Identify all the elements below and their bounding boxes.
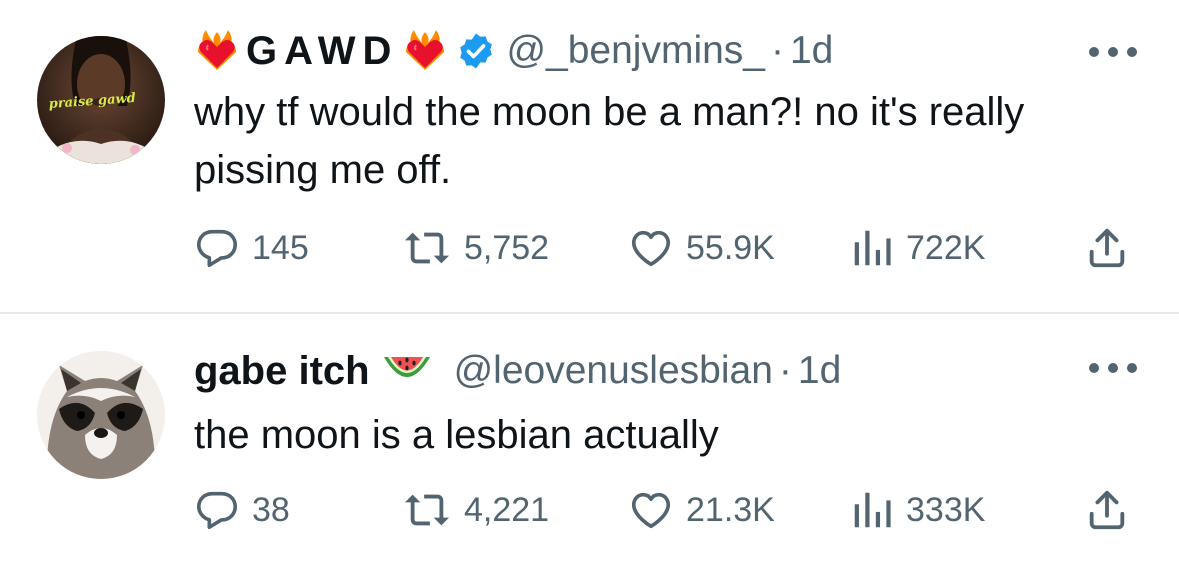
- share-icon: [1084, 487, 1130, 533]
- share-icon: [1084, 225, 1130, 271]
- tweet-header: gabe itch @leovenuslesbian · 1d: [194, 344, 841, 398]
- display-name[interactable]: gabe itch: [194, 349, 370, 394]
- retweet-count: 4,221: [464, 490, 550, 529]
- reply-icon: [194, 225, 240, 271]
- timestamp[interactable]: 1d: [798, 349, 841, 393]
- reply-count: 145: [252, 228, 309, 267]
- like-button[interactable]: 21.3K: [628, 485, 775, 535]
- retweet-count: 5,752: [464, 228, 550, 267]
- verified-badge-icon[interactable]: [456, 31, 496, 71]
- retweet-button[interactable]: 4,221: [402, 485, 549, 535]
- like-icon: [628, 225, 674, 271]
- views-button[interactable]: 333K: [850, 485, 985, 535]
- reply-icon: [194, 487, 240, 533]
- separator-dot: ·: [770, 29, 784, 72]
- reply-button[interactable]: 145: [194, 223, 309, 273]
- heart-on-fire-icon: [402, 28, 448, 74]
- more-icon[interactable]: [1084, 42, 1142, 62]
- handle[interactable]: @leovenuslesbian: [454, 349, 773, 393]
- handle[interactable]: @_benjvmins_: [506, 29, 765, 73]
- tweet[interactable]: praise gawd GAWD @_benjvmins_ · 1d why t…: [0, 0, 1179, 313]
- like-count: 21.3K: [686, 490, 775, 529]
- like-icon: [628, 487, 674, 533]
- more-icon[interactable]: [1084, 358, 1142, 378]
- heart-on-fire-icon: [194, 28, 240, 74]
- timestamp[interactable]: 1d: [790, 29, 833, 73]
- views-button[interactable]: 722K: [850, 223, 985, 273]
- tweet-text: the moon is a lesbian actually: [194, 413, 719, 457]
- retweet-icon: [402, 487, 452, 533]
- share-button[interactable]: [1084, 485, 1130, 535]
- tweet-text: why tf would the moon be a man?! no it's…: [194, 90, 1025, 192]
- action-bar: 38 4,221 21.3K 333K: [194, 485, 1154, 535]
- reply-button[interactable]: 38: [194, 485, 290, 535]
- avatar[interactable]: praise gawd: [37, 36, 165, 164]
- display-name[interactable]: GAWD: [246, 29, 398, 74]
- retweet-button[interactable]: 5,752: [402, 223, 549, 273]
- views-icon: [850, 225, 894, 271]
- views-count: 722K: [906, 228, 986, 267]
- separator-dot: ·: [778, 349, 792, 392]
- action-bar: 145 5,752 55.9K 722K: [194, 223, 1154, 273]
- watermelon-icon: [382, 351, 432, 391]
- views-count: 333K: [906, 490, 986, 529]
- retweet-icon: [402, 225, 452, 271]
- share-button[interactable]: [1084, 223, 1130, 273]
- views-icon: [850, 487, 894, 533]
- tweet[interactable]: gabe itch @leovenuslesbian · 1d the moon…: [0, 314, 1179, 566]
- reply-count: 38: [252, 490, 290, 529]
- tweet-header: GAWD @_benjvmins_ · 1d: [194, 24, 833, 78]
- like-button[interactable]: 55.9K: [628, 223, 775, 273]
- like-count: 55.9K: [686, 228, 775, 267]
- avatar[interactable]: [37, 351, 165, 479]
